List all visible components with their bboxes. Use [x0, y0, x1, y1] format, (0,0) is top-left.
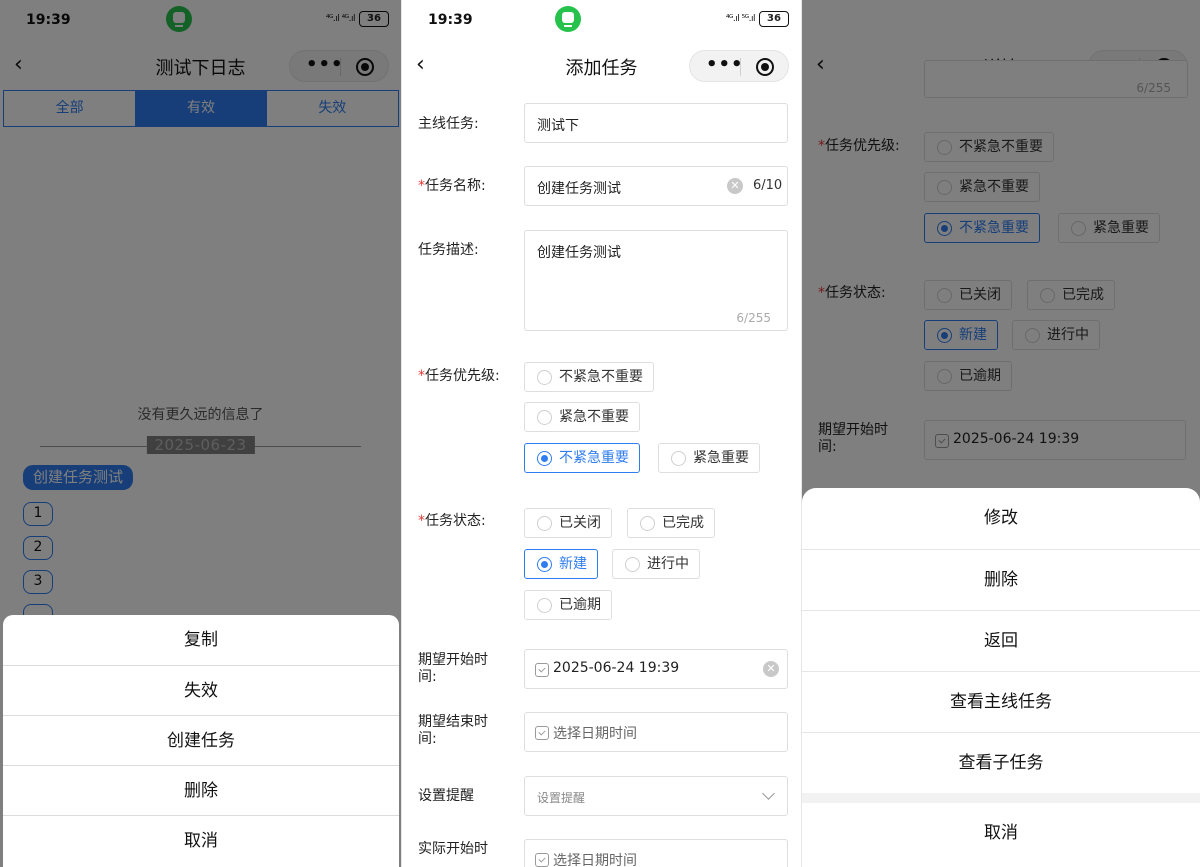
- status-label-text: 任务状态:: [425, 513, 486, 529]
- create-task-button[interactable]: 创建任务: [3, 715, 399, 765]
- action-sheet: 复制 失效 创建任务 删除 取消: [3, 615, 399, 867]
- detail-screen: ‹ 详情 ••• 6/255 *任务优先级: 不紧急不重要 紧急不重要 不紧急重…: [802, 0, 1200, 867]
- expect-end-placeholder: 选择日期时间: [553, 726, 637, 742]
- priority-option[interactable]: 紧急不重要: [524, 402, 640, 432]
- calendar-icon: [535, 663, 549, 677]
- close-miniprogram-icon[interactable]: [756, 58, 774, 76]
- battery-icon: 36: [759, 11, 789, 27]
- reminder-label: 设置提醒: [418, 788, 474, 804]
- chevron-down-icon: [762, 787, 775, 800]
- priority-option[interactable]: 紧急重要: [658, 443, 760, 473]
- log-screen: 19:39 ⁴ᴳ.ıl ⁴ᴳ.ıl 36 ‹ 测试下日志 ••• 全部 有效 失…: [0, 0, 402, 867]
- main-task-value: 测试下: [537, 118, 579, 134]
- priority-label-text: 任务优先级:: [425, 368, 500, 384]
- nav-bar: ‹ 添加任务 •••: [402, 42, 801, 90]
- invalidate-button[interactable]: 失效: [3, 665, 399, 715]
- sheet-gap: [802, 793, 1200, 803]
- action-sheet: 修改 删除 返回 查看主线任务 查看子任务 取消: [802, 488, 1200, 867]
- task-desc-value: 创建任务测试: [537, 245, 621, 261]
- priority-option-selected[interactable]: 不紧急重要: [524, 443, 640, 473]
- priority-option[interactable]: 不紧急不重要: [524, 362, 654, 392]
- actual-start-label: 实际开始时: [418, 841, 488, 857]
- edit-button[interactable]: 修改: [802, 488, 1200, 549]
- required-mark: *: [418, 513, 425, 529]
- expect-end-picker[interactable]: 选择日期时间: [524, 712, 788, 752]
- calendar-icon: [535, 853, 549, 867]
- capsule-menu: •••: [689, 50, 789, 82]
- status-option[interactable]: 已关闭: [524, 508, 612, 538]
- cancel-button[interactable]: 取消: [802, 803, 1200, 864]
- status-option-selected[interactable]: 新建: [524, 549, 598, 579]
- expect-start-value: 2025-06-24 19:39: [553, 660, 680, 676]
- task-desc-counter: 6/255: [736, 311, 771, 325]
- task-desc-label: 任务描述:: [418, 242, 479, 258]
- status-option[interactable]: 已完成: [627, 508, 715, 538]
- app-icon: [555, 6, 581, 32]
- task-name-value: 创建任务测试: [537, 181, 621, 197]
- task-name-label: *任务名称:: [418, 178, 486, 195]
- reminder-select[interactable]: 设置提醒: [524, 776, 788, 816]
- task-name-counter: 6/10: [753, 178, 783, 193]
- main-task-label: 主线任务:: [418, 116, 479, 132]
- status-label: *任务状态:: [418, 513, 486, 530]
- main-task-field[interactable]: 测试下: [524, 103, 788, 143]
- calendar-icon: [535, 726, 549, 740]
- task-name-input[interactable]: 创建任务测试 ✕ 6/10: [524, 166, 788, 206]
- clear-icon[interactable]: ✕: [763, 661, 779, 677]
- task-desc-textarea[interactable]: 创建任务测试 6/255: [524, 230, 788, 331]
- delete-button[interactable]: 删除: [3, 765, 399, 815]
- expect-end-label: 期望结束时 间:: [418, 714, 488, 747]
- capsule-divider: [740, 58, 741, 76]
- actual-start-picker[interactable]: 选择日期时间: [524, 839, 788, 867]
- add-task-screen: 19:39 ⁴ᴳ.ıl ⁵ᴳ.ıl 36 ‹ 添加任务 ••• 主线任务: 测试…: [402, 0, 802, 867]
- delete-button[interactable]: 删除: [802, 549, 1200, 610]
- status-bar: 19:39 ⁴ᴳ.ıl ⁵ᴳ.ıl 36: [402, 0, 801, 42]
- task-name-label-text: 任务名称:: [425, 178, 486, 194]
- status-time: 19:39: [428, 12, 473, 28]
- view-subtask-button[interactable]: 查看子任务: [802, 732, 1200, 793]
- reminder-placeholder: 设置提醒: [537, 791, 586, 805]
- view-main-task-button[interactable]: 查看主线任务: [802, 671, 1200, 732]
- actual-start-placeholder: 选择日期时间: [553, 853, 637, 867]
- signal-icon: ⁴ᴳ.ıl ⁵ᴳ.ıl: [725, 14, 756, 24]
- required-mark: *: [418, 368, 425, 384]
- cancel-button[interactable]: 取消: [3, 815, 399, 865]
- return-button[interactable]: 返回: [802, 610, 1200, 671]
- more-icon[interactable]: •••: [706, 54, 744, 75]
- status-option[interactable]: 进行中: [612, 549, 700, 579]
- priority-label: *任务优先级:: [418, 368, 500, 385]
- clear-icon[interactable]: ✕: [727, 178, 743, 194]
- expect-start-label: 期望开始时 间:: [418, 652, 488, 685]
- expect-start-picker[interactable]: 2025-06-24 19:39 ✕: [524, 649, 788, 689]
- required-mark: *: [418, 178, 425, 194]
- status-option[interactable]: 已逾期: [524, 590, 612, 620]
- copy-button[interactable]: 复制: [3, 615, 399, 665]
